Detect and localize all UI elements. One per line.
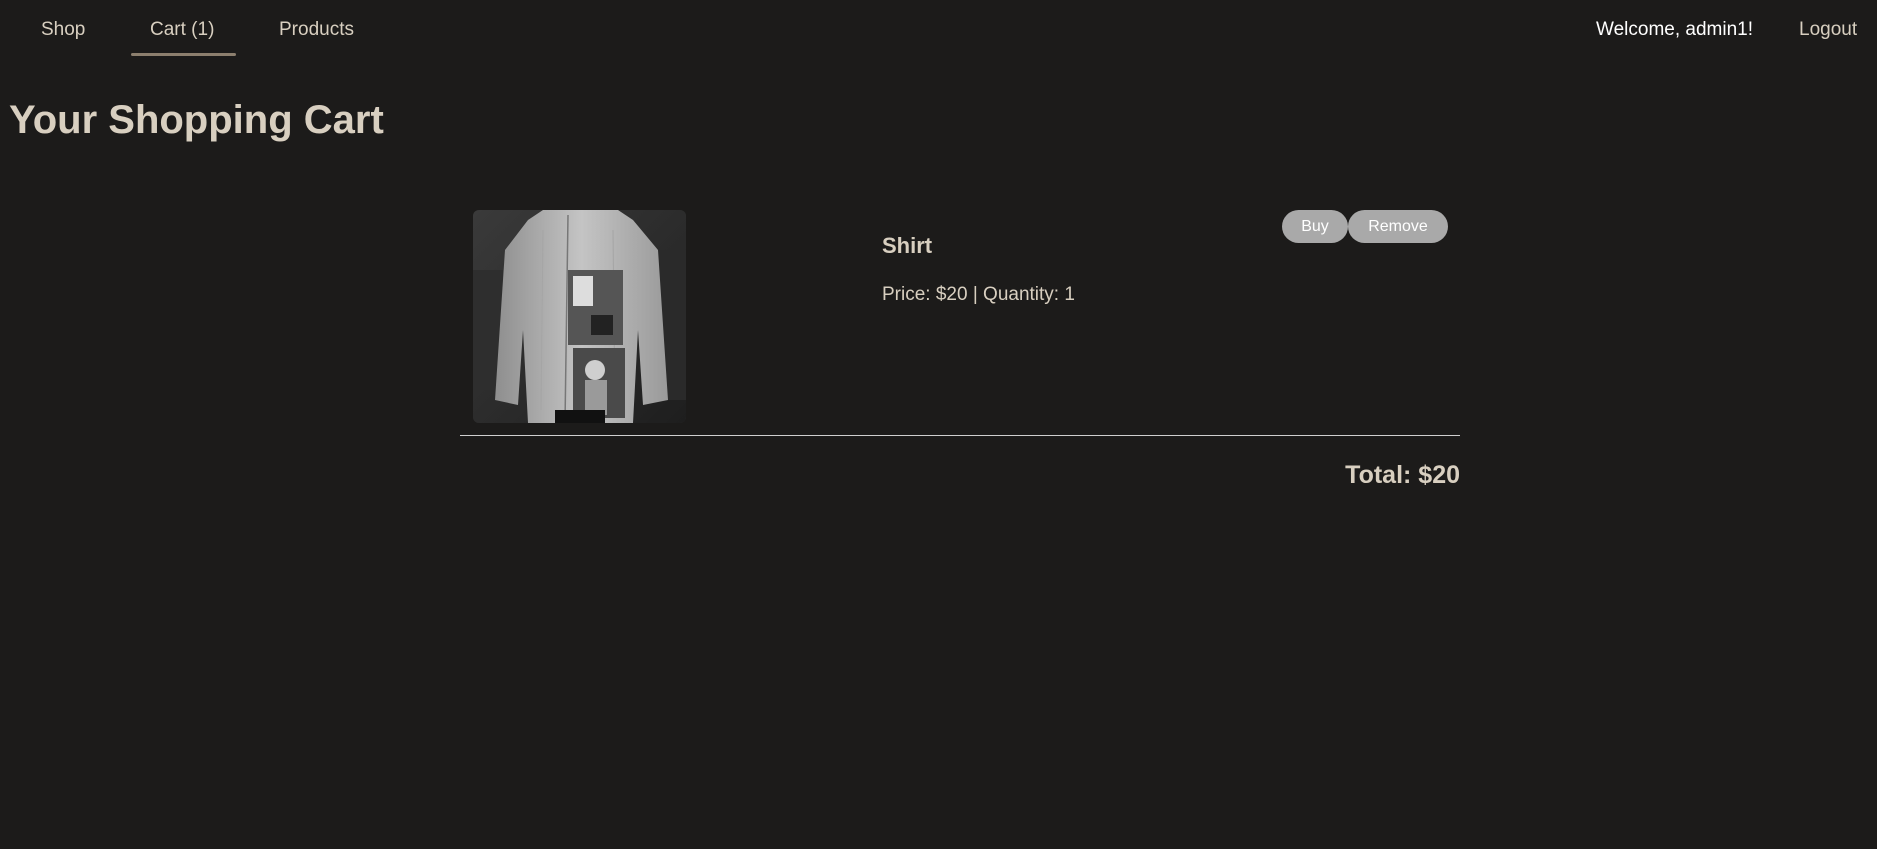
- remove-button[interactable]: Remove: [1348, 210, 1448, 243]
- top-nav: Shop Cart (1) Products Welcome, admin1! …: [0, 0, 1877, 60]
- cart-item: Shirt Price: $20 | Quantity: 1 Buy Remov…: [460, 208, 1460, 436]
- product-image: [473, 210, 686, 423]
- welcome-message: Welcome, admin1!: [1596, 19, 1753, 40]
- cart-total: Total: $20: [1345, 461, 1460, 489]
- cart-divider: [460, 435, 1460, 436]
- page-title: Your Shopping Cart: [9, 98, 384, 142]
- logout-link[interactable]: Logout: [1799, 19, 1857, 41]
- nav-shop-link[interactable]: Shop: [41, 19, 85, 41]
- nav-cart-link[interactable]: Cart (1): [150, 19, 214, 41]
- item-price-quantity: Price: $20 | Quantity: 1: [882, 284, 1075, 305]
- item-name: Shirt: [882, 233, 933, 258]
- shirt-photo: [473, 210, 686, 423]
- buy-button[interactable]: Buy: [1282, 210, 1348, 243]
- active-tab-indicator: [131, 53, 236, 56]
- nav-products-link[interactable]: Products: [279, 19, 354, 41]
